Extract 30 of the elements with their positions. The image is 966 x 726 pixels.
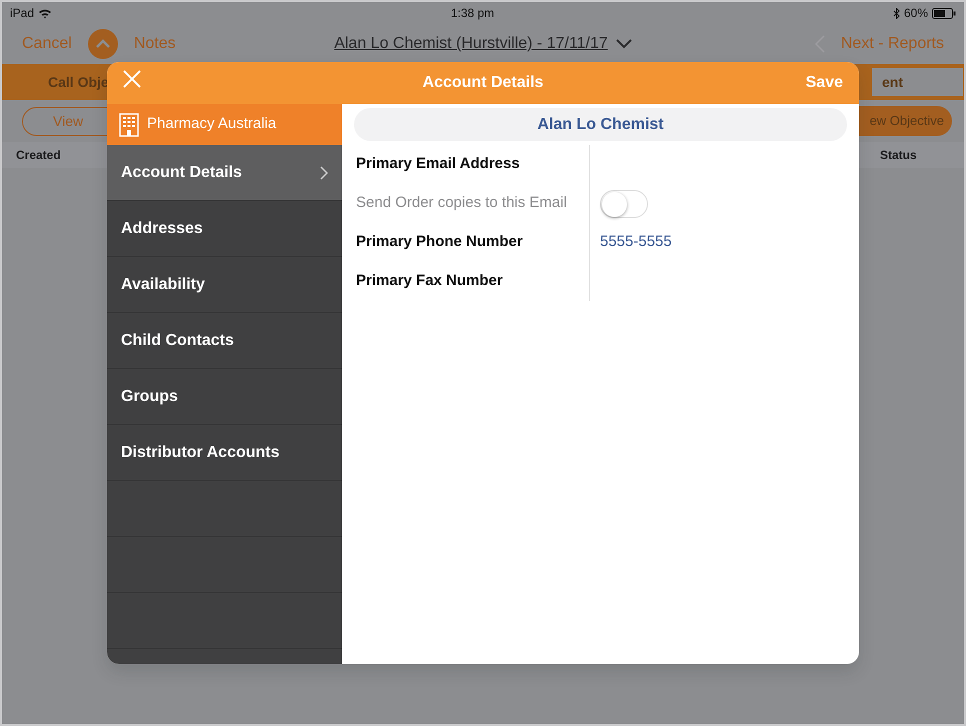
close-button[interactable] xyxy=(123,70,141,88)
field-label: Primary Phone Number xyxy=(342,223,590,262)
battery-icon xyxy=(932,8,956,18)
status-time: 1:38 pm xyxy=(450,5,496,22)
building-icon xyxy=(119,112,139,136)
column-header: Created xyxy=(16,147,61,164)
bluetooth-icon xyxy=(892,8,900,18)
sidebar-item[interactable]: Distributor Accounts xyxy=(107,425,342,481)
sidebar-item[interactable]: Child Contacts xyxy=(107,313,342,369)
sidebar-item[interactable]: Addresses xyxy=(107,201,342,257)
save-button[interactable]: Save xyxy=(806,71,843,95)
sidebar-item[interactable]: Groups xyxy=(107,369,342,425)
sidebar-item[interactable]: Availability xyxy=(107,257,342,313)
collapse-button[interactable] xyxy=(88,29,118,59)
field-label: Primary Fax Number xyxy=(342,262,590,301)
field-label: Primary Email Address xyxy=(342,145,590,184)
device-name: iPad xyxy=(10,5,34,22)
wifi-icon xyxy=(38,8,52,18)
tab[interactable]: ent xyxy=(871,67,964,97)
battery-percent: 60% xyxy=(904,5,928,22)
modal-title: Account Details xyxy=(422,73,544,93)
chevron-up-icon xyxy=(94,39,111,49)
call-title-link[interactable]: Alan Lo Chemist (Hurstville) - 17/11/17 xyxy=(334,32,608,56)
chevron-right-icon xyxy=(320,166,328,180)
phone-value[interactable]: 5555-5555 xyxy=(600,233,672,250)
chevron-down-icon[interactable] xyxy=(616,39,632,49)
field-label: Send Order copies to this Email xyxy=(342,184,590,223)
account-title: Alan Lo Chemist xyxy=(354,108,847,141)
column-header: Status xyxy=(880,147,918,164)
sidebar-item[interactable]: Account Details xyxy=(107,145,342,201)
